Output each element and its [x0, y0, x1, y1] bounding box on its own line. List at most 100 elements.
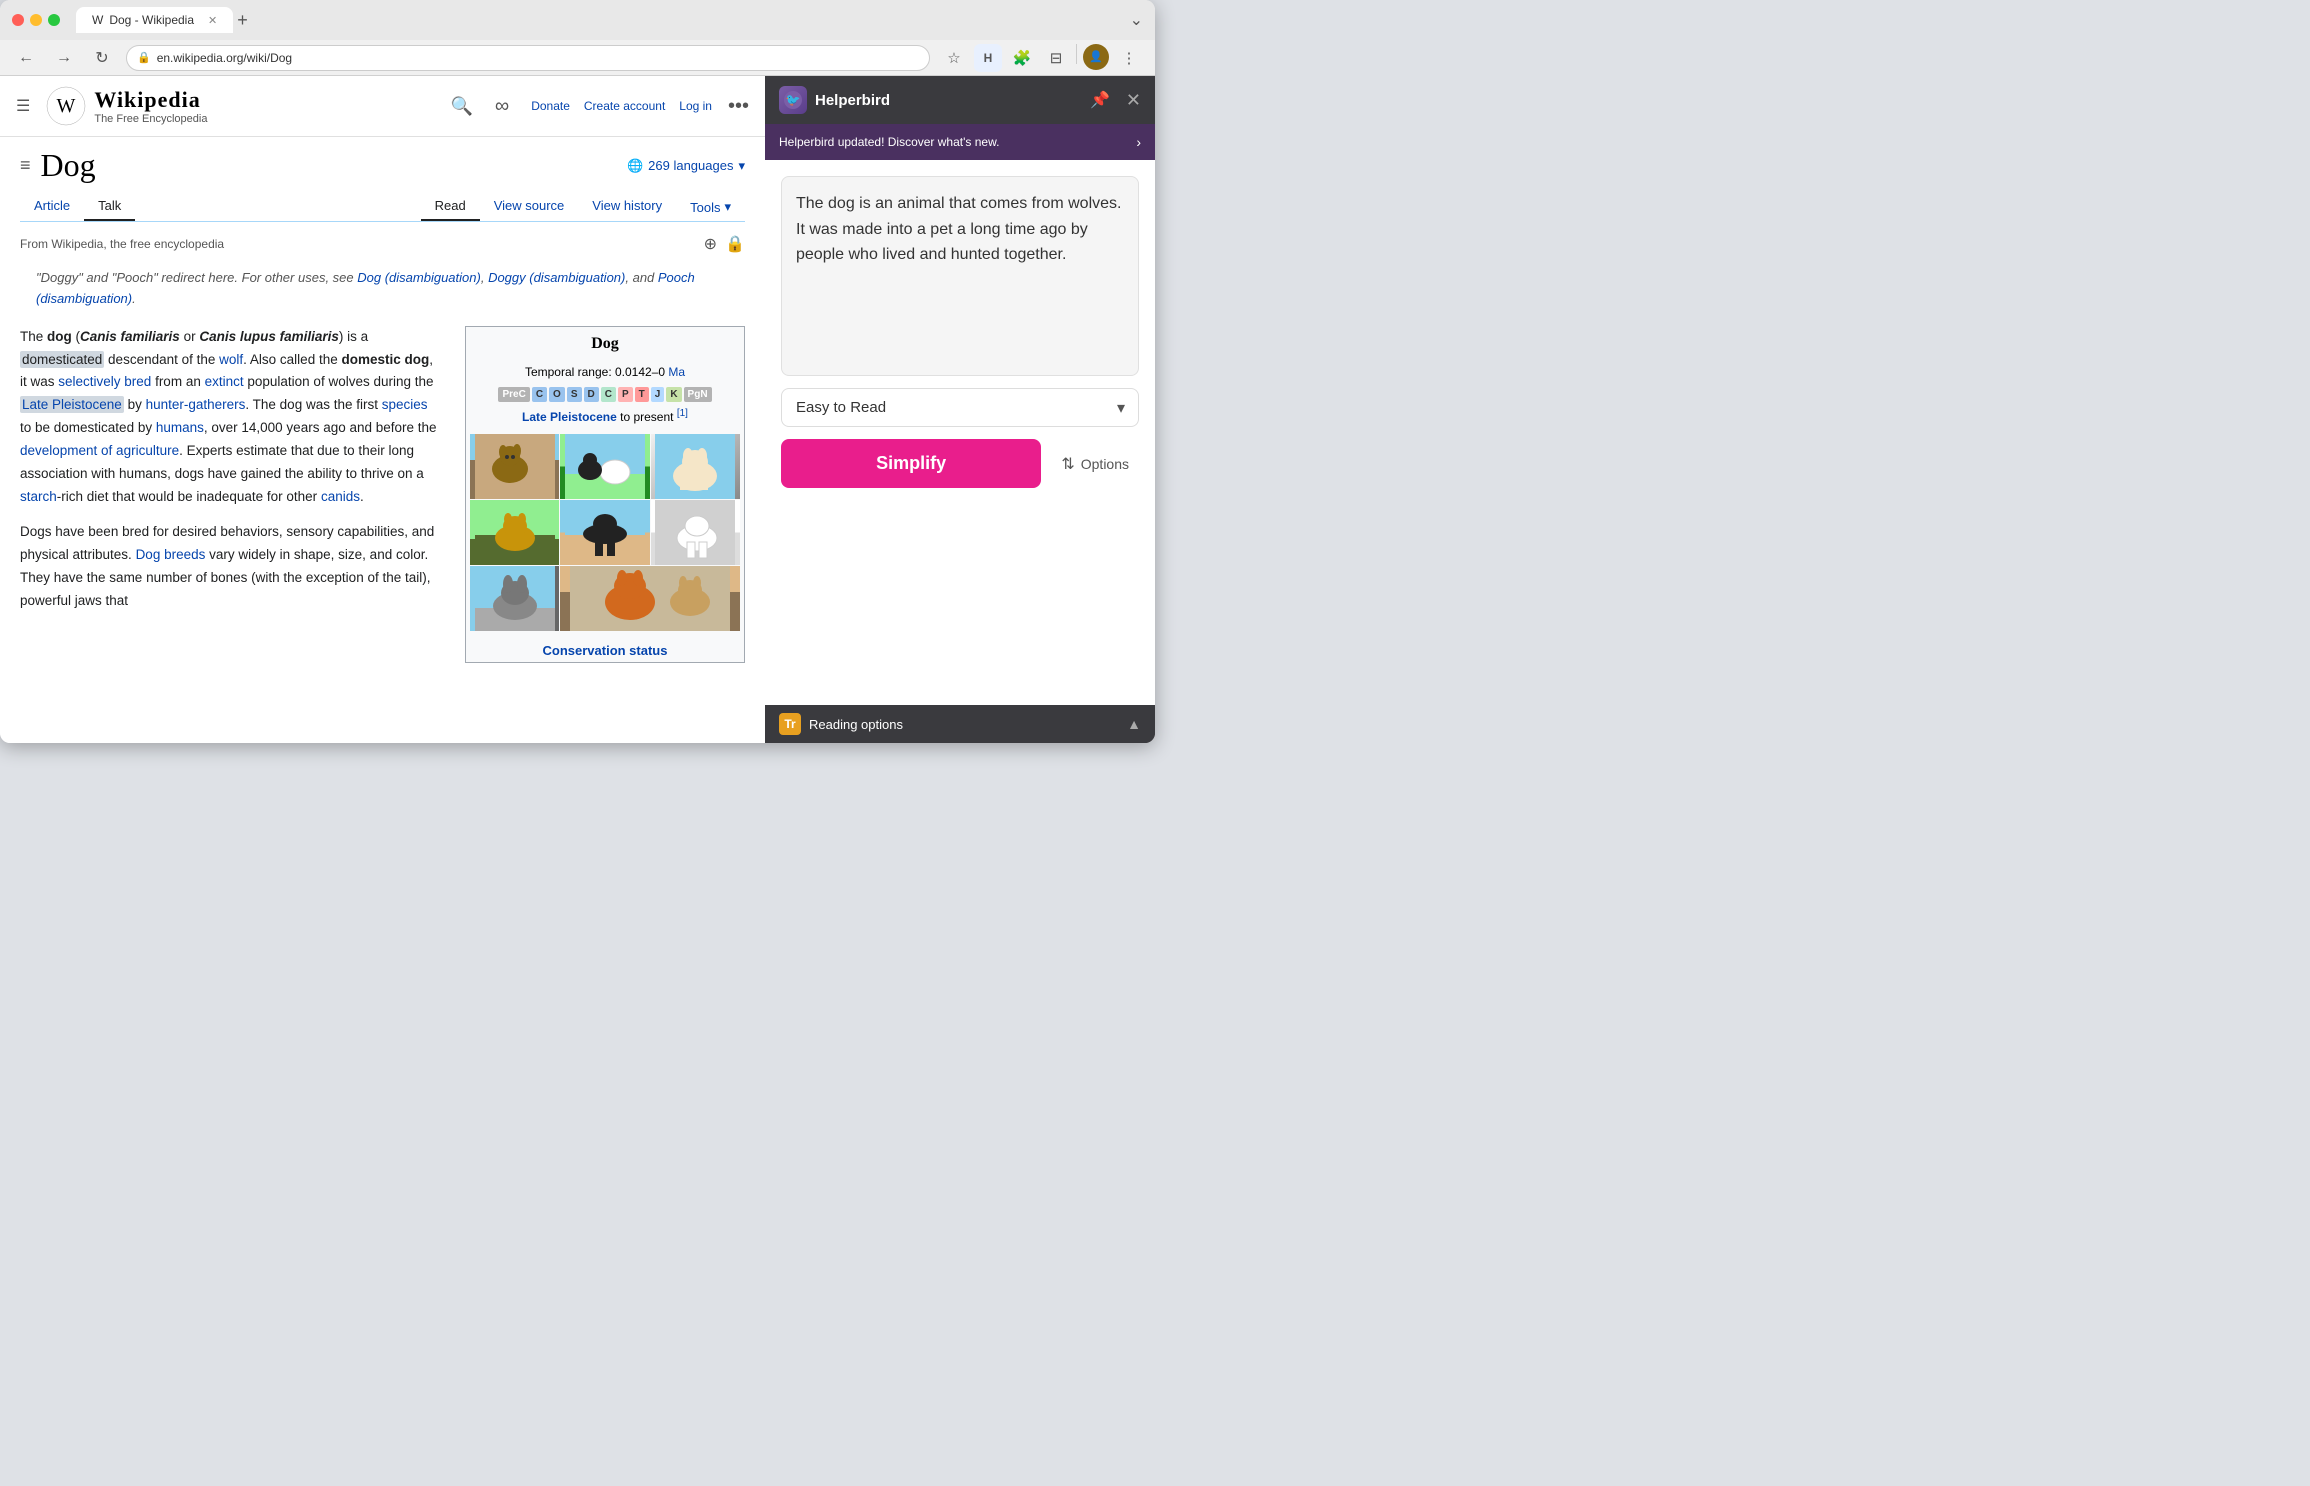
languages-label: 269 languages	[648, 158, 733, 173]
chevron-down-icon: ▾	[738, 158, 745, 174]
bookmark-icon[interactable]: ☆	[940, 44, 968, 72]
tab-read[interactable]: Read	[421, 192, 480, 221]
url-bar[interactable]: 🔒 en.wikipedia.org/wiki/Dog	[126, 45, 930, 71]
hatnote: "Doggy" and "Pooch" redirect here. For o…	[20, 264, 745, 314]
ts-o[interactable]: O	[549, 387, 565, 402]
helperbird-logo: 🐦	[779, 86, 807, 114]
second-paragraph: Dogs have been bred for desired behavior…	[20, 521, 441, 613]
ts-p[interactable]: P	[618, 387, 633, 402]
ts-prec[interactable]: PreC	[498, 387, 529, 402]
minimize-button[interactable]	[30, 14, 42, 26]
simplify-button[interactable]: Simplify	[781, 439, 1041, 488]
ts-d[interactable]: D	[584, 387, 599, 402]
infobox-img-3	[651, 434, 740, 499]
lock-article-icon[interactable]: 🔒	[725, 234, 745, 254]
ts-c2[interactable]: C	[601, 387, 616, 402]
helperbird-close-button[interactable]: ✕	[1126, 90, 1141, 111]
dog-disambiguation-link[interactable]: Dog (disambiguation)	[357, 270, 481, 285]
late-pleistocene-infobox-link[interactable]: Late Pleistocene	[522, 410, 617, 424]
reader-mode-icon[interactable]: ⊟	[1042, 44, 1070, 72]
wiki-article-text: The dog (Canis familiaris or Canis lupus…	[20, 326, 441, 663]
hunter-gatherers-link[interactable]: hunter-gatherers	[146, 397, 246, 412]
starch-link[interactable]: starch	[20, 489, 57, 504]
page-title: Dog	[41, 147, 617, 184]
tab-close-button[interactable]: ✕	[208, 14, 217, 27]
pin-icon[interactable]: 📌	[1090, 90, 1110, 110]
agriculture-link[interactable]: development of agriculture	[20, 443, 179, 458]
ts-s[interactable]: S	[567, 387, 582, 402]
tab-talk[interactable]: Talk	[84, 192, 135, 221]
infobox-ref[interactable]: [1]	[677, 408, 688, 419]
doggy-disambiguation-link[interactable]: Doggy (disambiguation)	[488, 270, 625, 285]
update-arrow-icon: ›	[1136, 134, 1141, 150]
address-bar: ← → ↻ 🔒 en.wikipedia.org/wiki/Dog ☆ H 🧩 …	[0, 40, 1155, 76]
url-text: en.wikipedia.org/wiki/Dog	[157, 51, 292, 65]
wiki-menu-icon[interactable]: ☰	[16, 96, 30, 116]
traffic-lights	[12, 14, 60, 26]
extension-icon-1[interactable]: H	[974, 44, 1002, 72]
profile-avatar[interactable]: 👤	[1083, 44, 1109, 70]
lock-icon: 🔒	[137, 51, 151, 64]
forward-button[interactable]: →	[50, 44, 78, 72]
infobox-img-7	[470, 566, 559, 631]
close-button[interactable]	[12, 14, 24, 26]
late-pleistocene-link[interactable]: Late Pleistocene	[22, 397, 122, 412]
species-link[interactable]: species	[382, 397, 428, 412]
helperbird-footer[interactable]: Tr Reading options ▲	[765, 705, 1155, 743]
toc-icon[interactable]: ≡	[20, 155, 31, 176]
tab-view-source[interactable]: View source	[480, 192, 579, 221]
infobox-conservation-status[interactable]: Conservation status	[466, 635, 744, 662]
canids-link[interactable]: canids	[321, 489, 360, 504]
infobox-img-1	[470, 434, 559, 499]
from-text: From Wikipedia, the free encyclopedia	[20, 237, 224, 251]
humans-link[interactable]: humans	[156, 420, 204, 435]
simplified-text-area[interactable]	[781, 176, 1139, 376]
login-link[interactable]: Log in	[679, 99, 712, 113]
extension-icon-2[interactable]: 🧩	[1008, 44, 1036, 72]
tab-view-history[interactable]: View history	[578, 192, 676, 221]
ts-pgn[interactable]: PgN	[684, 387, 712, 402]
languages-button[interactable]: 🌐 269 languages ▾	[627, 158, 745, 174]
reload-button[interactable]: ↻	[88, 44, 116, 72]
wikipedia-panel: ☰ W Wikipedia The Free Encyclopedia 🔍 ∞	[0, 76, 765, 743]
intro-paragraph: The dog (Canis familiaris or Canis lupus…	[20, 326, 441, 510]
extinct-link[interactable]: extinct	[205, 374, 244, 389]
ts-t[interactable]: T	[635, 387, 649, 402]
infobox-image-grid	[470, 434, 740, 631]
wiki-tabs: Article Talk Read View source View histo…	[20, 192, 745, 222]
options-button[interactable]: ⇅ Options	[1051, 444, 1139, 484]
reading-mode-dropdown[interactable]: Easy to Read Simple Basic	[781, 388, 1139, 427]
tab-bar: W Dog - Wikipedia ✕ +	[76, 7, 1122, 33]
back-button[interactable]: ←	[12, 44, 40, 72]
wiki-more-icon[interactable]: •••	[728, 95, 749, 118]
new-tab-button[interactable]: +	[237, 10, 248, 31]
ma-link[interactable]: Ma	[668, 365, 685, 379]
ts-c[interactable]: C	[532, 387, 547, 402]
ts-k[interactable]: K	[666, 387, 681, 402]
tools-button[interactable]: Tools ▾	[676, 193, 745, 221]
wiki-infinity-icon[interactable]: ∞	[495, 95, 509, 118]
create-account-link[interactable]: Create account	[584, 99, 665, 113]
donate-link[interactable]: Donate	[531, 99, 570, 113]
wolf-link[interactable]: wolf	[219, 352, 243, 367]
selectively-bred-link[interactable]: selectively bred	[58, 374, 151, 389]
wiki-search-icon[interactable]: 🔍	[451, 96, 473, 117]
helperbird-actions: Simplify ⇅ Options	[781, 439, 1139, 488]
ts-j[interactable]: J	[651, 387, 665, 402]
dog-breeds-link[interactable]: Dog breeds	[136, 547, 206, 562]
more-options-icon[interactable]: ⋮	[1115, 44, 1143, 72]
infobox-img-8	[560, 566, 740, 631]
add-article-icon[interactable]: ⊕	[704, 234, 717, 254]
tab-article[interactable]: Article	[20, 192, 84, 221]
footer-chevron-up-icon: ▲	[1127, 716, 1141, 732]
infobox-title: Dog	[466, 327, 744, 361]
wiki-logo[interactable]: W	[46, 86, 86, 126]
active-tab[interactable]: W Dog - Wikipedia ✕	[76, 7, 233, 33]
page-title-row: ≡ Dog 🌐 269 languages ▾	[20, 147, 745, 184]
fullscreen-button[interactable]	[48, 14, 60, 26]
wiki-infobox: Dog Temporal range: 0.0142–0 Ma PreC C O…	[465, 326, 745, 663]
tools-chevron-icon: ▾	[724, 199, 731, 215]
wiki-body: ≡ Dog 🌐 269 languages ▾ Article Talk Rea…	[0, 137, 765, 683]
helperbird-update-bar[interactable]: Helperbird updated! Discover what's new.…	[765, 124, 1155, 160]
browser-toolbar: ☆ H 🧩 ⊟ 👤 ⋮	[940, 44, 1143, 72]
